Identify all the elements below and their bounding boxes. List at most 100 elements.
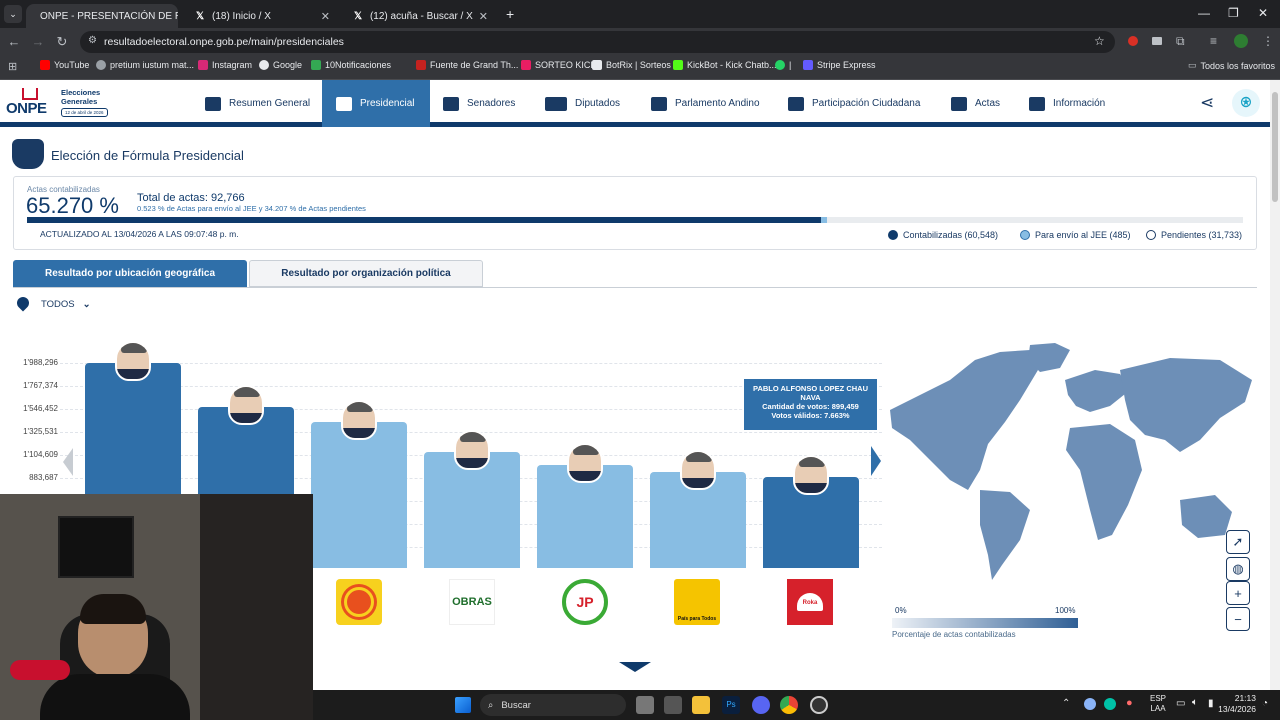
close-icon[interactable]: ✕ xyxy=(321,10,330,23)
browser-tab-x-inicio[interactable]: 𝕏 (18) Inicio / X ✕ xyxy=(186,4,338,28)
tray-chevron-icon[interactable]: ⌃ xyxy=(1062,698,1070,709)
map-pointer-button[interactable]: ➚ xyxy=(1226,530,1250,554)
location-dropdown[interactable]: TODOS ⌄ xyxy=(41,299,91,310)
tray-mic-icon[interactable]: ● xyxy=(1126,697,1133,709)
clock[interactable]: 21:13 13/4/2026 xyxy=(1214,693,1256,715)
candidate-photo[interactable] xyxy=(680,450,716,491)
bookmark-pretium[interactable]: pretium iustum mat... xyxy=(96,60,194,70)
onpe-logo[interactable]: ONPE Elecciones Generales 12 de abril de… xyxy=(6,86,118,122)
nav-senadores[interactable]: Senadores xyxy=(443,80,515,127)
australia[interactable] xyxy=(1180,495,1232,538)
obs-icon[interactable] xyxy=(810,696,828,714)
bookmark-botrix[interactable]: BotRix | Sorteos xyxy=(592,60,671,70)
nav-informacion[interactable]: Información xyxy=(1029,80,1105,127)
extensions-puzzle-icon[interactable]: ⧉ xyxy=(1176,34,1185,49)
app-icon[interactable] xyxy=(664,696,682,714)
bookmark-whatsapp[interactable]: | xyxy=(775,60,791,70)
taskbar-search[interactable]: ⌕ Buscar xyxy=(480,694,626,716)
network-icon[interactable]: ▭ xyxy=(1176,698,1185,709)
language-indicator[interactable]: ESP LAA xyxy=(1150,694,1166,714)
browser-menu-icon[interactable]: ⋮ xyxy=(1262,34,1274,48)
map-globe-button[interactable]: ◍ xyxy=(1226,557,1250,581)
accessibility-icon[interactable]: ⍟ xyxy=(1232,89,1260,117)
volume-icon[interactable]: 🔈︎ xyxy=(1192,697,1198,708)
battery-icon[interactable]: ▮ xyxy=(1208,698,1214,709)
tab-organizacion[interactable]: Resultado por organización política xyxy=(249,260,483,287)
candidate-photo[interactable] xyxy=(115,341,151,381)
chart-prev-arrow-icon[interactable] xyxy=(63,448,73,476)
candidate-bar[interactable] xyxy=(311,421,407,568)
scroll-down-arrow-icon[interactable] xyxy=(619,662,651,672)
nav-parlamento-andino[interactable]: Parlamento Andino xyxy=(651,80,760,127)
bookmark-youtube[interactable]: YouTube xyxy=(40,60,89,70)
nav-presidencial[interactable]: Presidencial xyxy=(322,80,430,127)
tray-app-icon[interactable] xyxy=(1104,698,1116,710)
restore-icon[interactable]: ❐ xyxy=(1228,6,1239,20)
bookmark-kickbot[interactable]: KickBot - Kick Chatb... xyxy=(673,60,777,70)
new-tab-button[interactable]: + xyxy=(506,6,514,22)
bookmark-notificaciones[interactable]: 10Notificaciones xyxy=(311,60,391,70)
asia[interactable] xyxy=(1120,358,1252,452)
bookmark-google[interactable]: Google xyxy=(259,60,302,70)
reload-icon[interactable]: ↻ xyxy=(54,34,70,50)
party-logo-pais-para-todos[interactable]: País para Todos xyxy=(674,579,720,625)
progress-jee xyxy=(820,217,828,223)
site-info-icon[interactable]: ⚙ xyxy=(88,35,97,46)
all-bookmarks-folder[interactable]: ▭ Todos los favoritos xyxy=(1188,60,1275,71)
reading-list-icon[interactable]: ≡ xyxy=(1210,34,1217,48)
youtube-icon xyxy=(40,60,50,70)
candidate-photo[interactable] xyxy=(793,455,829,496)
back-icon[interactable]: ← xyxy=(6,34,22,49)
scrollbar-thumb[interactable] xyxy=(1272,92,1278,202)
bookmark-instagram[interactable]: Instagram xyxy=(198,60,252,70)
minimize-icon[interactable]: — xyxy=(1198,6,1210,20)
photoshop-icon[interactable]: Ps xyxy=(722,696,740,714)
tab-search-button[interactable]: ⌄ xyxy=(4,5,22,23)
candidate-photo[interactable] xyxy=(341,399,377,440)
map-zoom-out-button[interactable]: − xyxy=(1226,607,1250,631)
europe[interactable] xyxy=(1065,370,1130,412)
nav-resumen-general[interactable]: Resumen General xyxy=(205,80,310,127)
address-bar[interactable]: ⚙ resultadoelectoral.onpe.gob.pe/main/pr… xyxy=(80,31,1115,53)
share-icon[interactable]: ⋖ xyxy=(1200,93,1214,113)
windows-start-icon[interactable] xyxy=(455,697,471,713)
south-america[interactable] xyxy=(980,490,1030,580)
candidate-photo[interactable] xyxy=(567,442,603,483)
bookmark-star-icon[interactable]: ☆ xyxy=(1094,34,1105,48)
nav-participacion-ciudadana[interactable]: Participación Ciudadana xyxy=(788,80,920,127)
party-logo-roka[interactable]: Roka xyxy=(787,579,833,625)
browser-tab-onpe[interactable]: ONPE - PRESENTACIÓN DE RESU ✕ xyxy=(26,4,178,28)
north-america[interactable] xyxy=(890,350,1038,490)
party-logo-jp[interactable]: JP xyxy=(562,579,608,625)
tabs-divider xyxy=(13,287,1257,288)
tray-app-icon[interactable] xyxy=(1084,698,1096,710)
discord-icon[interactable] xyxy=(752,696,770,714)
onpe-logo-mark: ONPE xyxy=(6,100,47,117)
chrome-icon[interactable] xyxy=(780,696,798,714)
close-icon[interactable]: ✕ xyxy=(479,10,488,23)
extension-icon[interactable] xyxy=(1128,36,1138,46)
map-zoom-in-button[interactable]: + xyxy=(1226,581,1250,605)
file-explorer-icon[interactable] xyxy=(692,696,710,714)
bookmark-sorteo-kick[interactable]: SORTEO KICK xyxy=(521,60,596,70)
window-close-icon[interactable]: ✕ xyxy=(1258,6,1268,20)
apps-grid-icon[interactable]: ⊞ xyxy=(8,60,17,73)
forward-icon[interactable]: → xyxy=(30,34,46,49)
bookmark-stripe[interactable]: Stripe Express xyxy=(803,60,876,70)
candidate-photo[interactable] xyxy=(228,385,264,426)
candidate-photo[interactable] xyxy=(454,429,490,470)
africa[interactable] xyxy=(1066,424,1142,540)
task-view-icon[interactable] xyxy=(636,696,654,714)
page-scrollbar[interactable] xyxy=(1270,80,1280,690)
party-logo-sun[interactable] xyxy=(336,579,382,625)
nav-actas[interactable]: Actas xyxy=(951,80,1000,127)
notifications-icon[interactable]: ◔ xyxy=(1262,698,1268,709)
bookmark-grand-theft[interactable]: Fuente de Grand Th... xyxy=(416,60,518,70)
extension-icon[interactable] xyxy=(1152,37,1162,45)
tab-geografica[interactable]: Resultado por ubicación geográfica xyxy=(13,260,247,287)
nav-diputados[interactable]: Diputados xyxy=(545,80,620,127)
browser-tab-x-search[interactable]: 𝕏 (12) acuña - Buscar / X ✕ xyxy=(344,4,496,28)
world-map[interactable] xyxy=(880,340,1260,585)
profile-avatar[interactable] xyxy=(1234,34,1248,48)
party-logo-obras[interactable]: OBRAS xyxy=(449,579,495,625)
